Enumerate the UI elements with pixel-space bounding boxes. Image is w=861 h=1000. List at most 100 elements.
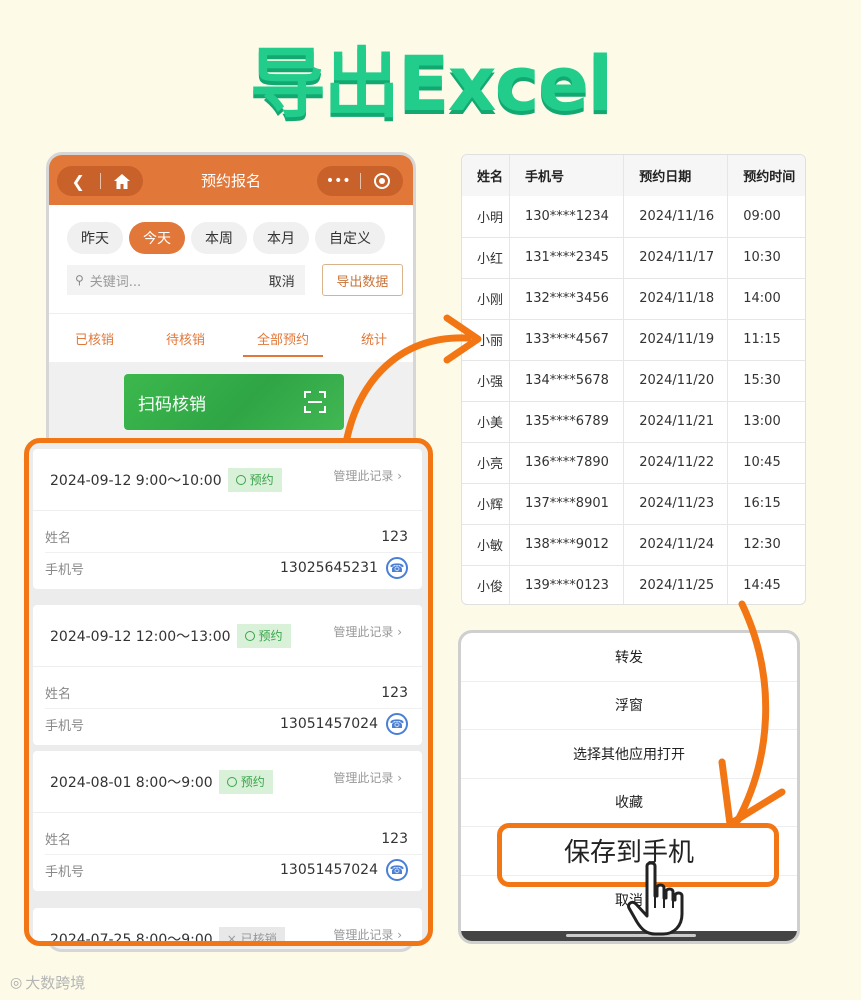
table-row: 小敏 138****9012 2024/11/24 12:30 xyxy=(462,523,805,566)
cell-time: 13:00 xyxy=(727,400,805,443)
search-placeholder: 关键词... xyxy=(89,274,142,290)
tab-pending[interactable]: 待核销 xyxy=(160,314,211,363)
menu-float-window[interactable]: 浮窗 xyxy=(461,682,797,730)
search-input[interactable]: ⚲ 关键词... 取消 xyxy=(67,265,305,295)
export-data-button[interactable]: 导出数据 xyxy=(321,264,403,296)
cell-date: 2024/11/18 xyxy=(623,277,729,320)
phone-call-icon[interactable]: ☎ xyxy=(386,557,408,579)
manage-text: 管理此记录 xyxy=(333,625,394,639)
cell-time: 14:00 xyxy=(727,277,805,320)
table-row: 小亮 136****7890 2024/11/22 10:45 xyxy=(462,441,805,484)
brand-logo-icon: ◎ xyxy=(10,974,23,991)
status-text: 已核销 xyxy=(240,932,277,946)
menu-open-other-app[interactable]: 选择其他应用打开 xyxy=(461,730,797,779)
col-header-time: 预约时间 xyxy=(727,155,805,196)
table-row: 小红 131****2345 2024/11/17 10:30 xyxy=(462,236,805,279)
manage-record-link[interactable]: 管理此记录 › xyxy=(333,769,402,786)
cell-phone: 138****9012 xyxy=(508,523,625,566)
table-row: 小辉 137****8901 2024/11/23 16:15 xyxy=(462,482,805,525)
clock-icon xyxy=(226,776,237,787)
manage-record-link[interactable]: 管理此记录 › xyxy=(333,623,402,640)
table-row: 小强 134****5678 2024/11/20 15:30 xyxy=(462,359,805,402)
scan-label: 扫码核销 xyxy=(138,394,206,415)
phone-label: 手机号 xyxy=(45,718,85,734)
cell-date: 2024/11/19 xyxy=(623,318,729,361)
booking-time: 2024-09-12 12:00～13:00 xyxy=(50,628,231,645)
cell-time: 15:30 xyxy=(727,359,805,402)
status-badge: 预约 xyxy=(236,623,291,648)
cell-name: 小敏 xyxy=(462,523,510,566)
manage-text: 管理此记录 xyxy=(333,928,394,942)
tab-statistics[interactable]: 统计 xyxy=(355,314,393,363)
cell-time: 09:00 xyxy=(727,196,805,238)
cell-date: 2024/11/21 xyxy=(623,400,729,443)
search-icon: ⚲ xyxy=(75,273,84,287)
scan-verify-button[interactable]: 扫码核销 xyxy=(124,374,344,430)
phone-value: 13025645231 xyxy=(280,560,378,576)
col-header-phone: 手机号 xyxy=(508,155,625,196)
cell-name: 小明 xyxy=(462,196,510,238)
cell-date: 2024/11/24 xyxy=(623,523,729,566)
table-row: 小俊 139****0123 2024/11/25 14:45 xyxy=(462,564,805,604)
close-icon: × xyxy=(226,931,237,946)
cell-phone: 131****2345 xyxy=(508,236,625,279)
excel-table: 姓名 手机号 预约日期 预约时间 小明 130****1234 2024/11/16… xyxy=(461,154,806,605)
tab-all-bookings[interactable]: 全部预约 xyxy=(242,314,324,363)
cell-phone: 137****8901 xyxy=(508,482,625,525)
booking-time: 2024-08-01 8:00～9:00 xyxy=(50,774,213,791)
status-text: 预约 xyxy=(249,473,274,487)
cell-name: 小俊 xyxy=(462,564,510,604)
pointing-hand-icon xyxy=(627,862,684,936)
menu-favorite[interactable]: 收藏 xyxy=(461,779,797,827)
table-row: 小刚 132****3456 2024/11/18 14:00 xyxy=(462,277,805,320)
manage-record-link[interactable]: 管理此记录 › xyxy=(333,926,402,942)
cell-phone: 134****5678 xyxy=(508,359,625,402)
name-value: 123 xyxy=(381,684,408,701)
phone-value: 13051457024 xyxy=(280,862,378,878)
table-row: 小美 135****6789 2024/11/21 13:00 xyxy=(462,400,805,443)
tab-verified[interactable]: 已核销 xyxy=(69,314,120,363)
table-row: 小明 130****1234 2024/11/16 09:00 xyxy=(462,196,805,238)
chevron-right-icon: › xyxy=(397,625,402,639)
chip-this-week[interactable]: 本周 xyxy=(191,222,247,254)
filter-area: 昨天 今天 本周 本月 自定义 ⚲ 关键词... 取消 导出数据 xyxy=(49,205,413,313)
cell-date: 2024/11/20 xyxy=(623,359,729,402)
cell-phone: 133****4567 xyxy=(508,318,625,361)
more-button[interactable]: ••• xyxy=(317,166,360,196)
search-row: ⚲ 关键词... 取消 导出数据 xyxy=(67,264,403,296)
scan-icon xyxy=(304,391,326,413)
cell-phone: 139****0123 xyxy=(508,564,625,604)
phone-label: 手机号 xyxy=(45,562,85,578)
booking-card: 2024-07-25 8:00～9:00 × 已核销 管理此记录 › xyxy=(33,908,422,946)
chip-yesterday[interactable]: 昨天 xyxy=(67,222,123,254)
phone-call-icon[interactable]: ☎ xyxy=(386,713,408,735)
chip-today[interactable]: 今天 xyxy=(129,222,185,254)
chip-custom[interactable]: 自定义 xyxy=(315,222,385,254)
booking-time: 2024-07-25 8:00～9:00 xyxy=(50,931,213,946)
manage-text: 管理此记录 xyxy=(333,771,394,785)
status-badge: 预约 xyxy=(218,769,273,794)
close-miniapp-button[interactable] xyxy=(360,166,403,196)
chip-this-month[interactable]: 本月 xyxy=(253,222,309,254)
cell-date: 2024/11/23 xyxy=(623,482,729,525)
cell-name: 小刚 xyxy=(462,277,510,320)
phone-label: 手机号 xyxy=(45,864,85,880)
cell-date: 2024/11/25 xyxy=(623,564,729,604)
phone-header: ❮ 预约报名 ••• xyxy=(49,155,413,205)
name-label: 姓名 xyxy=(45,687,72,702)
name-label: 姓名 xyxy=(45,531,72,546)
phone-call-icon[interactable]: ☎ xyxy=(386,859,408,881)
status-badge: 预约 xyxy=(227,467,282,492)
chevron-right-icon: › xyxy=(397,928,402,942)
cell-name: 小红 xyxy=(462,236,510,279)
search-cancel-button[interactable]: 取消 xyxy=(259,271,305,290)
booking-time: 2024-09-12 9:00～10:00 xyxy=(50,472,222,489)
booking-card: 2024-09-12 9:00～10:00 预约 管理此记录 › 姓名 123 手… xyxy=(33,449,422,589)
menu-forward[interactable]: 转发 xyxy=(461,633,797,682)
cell-date: 2024/11/17 xyxy=(623,236,729,279)
cell-phone: 132****3456 xyxy=(508,277,625,320)
status-text: 预约 xyxy=(258,629,283,643)
target-icon xyxy=(373,173,390,189)
cell-date: 2024/11/16 xyxy=(623,196,729,238)
manage-record-link[interactable]: 管理此记录 › xyxy=(333,467,402,484)
